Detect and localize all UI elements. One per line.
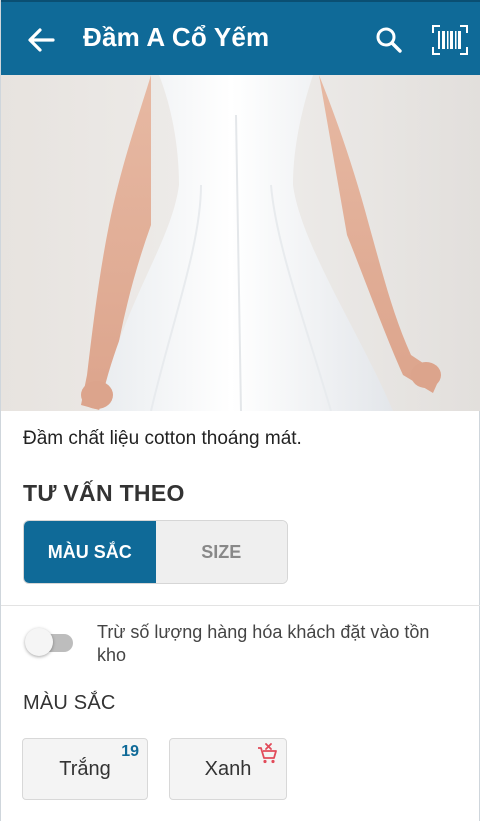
- barcode-scan-icon: [432, 25, 468, 55]
- page-title: Đầm A Cổ Yếm: [83, 22, 270, 52]
- segment-color[interactable]: MÀU SẮC: [24, 521, 156, 583]
- barcode-scan-button[interactable]: [429, 20, 471, 60]
- color-option-white[interactable]: Trắng 19: [22, 738, 148, 800]
- app-bar: Đầm A Cổ Yếm: [1, 0, 480, 75]
- stock-count-badge: 19: [121, 743, 139, 760]
- product-description: Đầm chất liệu cotton thoáng mát.: [23, 428, 302, 449]
- search-icon: [376, 27, 402, 53]
- toggle-knob: [25, 628, 53, 656]
- divider: [1, 605, 480, 606]
- product-image: [1, 75, 480, 411]
- color-section-title: MÀU SẮC: [23, 692, 116, 714]
- product-detail-screen: Đầm A Cổ Yếm Đầm chất liệu cotton thoáng…: [0, 0, 480, 821]
- deduct-stock-label: Trừ số lượng hàng hóa khách đặt vào tồn …: [97, 622, 430, 665]
- color-option-blue[interactable]: Xanh: [169, 738, 287, 800]
- color-option-label: Xanh: [204, 757, 252, 780]
- advice-section-title: TƯ VẤN THEO: [23, 480, 185, 506]
- deduct-stock-toggle[interactable]: [25, 628, 75, 658]
- out-of-stock-cart-icon: [258, 743, 277, 764]
- advice-mode-segmented-control: MÀU SẮC SIZE: [23, 520, 288, 584]
- back-arrow-icon: [28, 28, 55, 52]
- color-option-label: Trắng: [59, 757, 111, 780]
- segment-size[interactable]: SIZE: [155, 521, 287, 583]
- back-button[interactable]: [21, 20, 61, 60]
- search-button[interactable]: [369, 20, 409, 60]
